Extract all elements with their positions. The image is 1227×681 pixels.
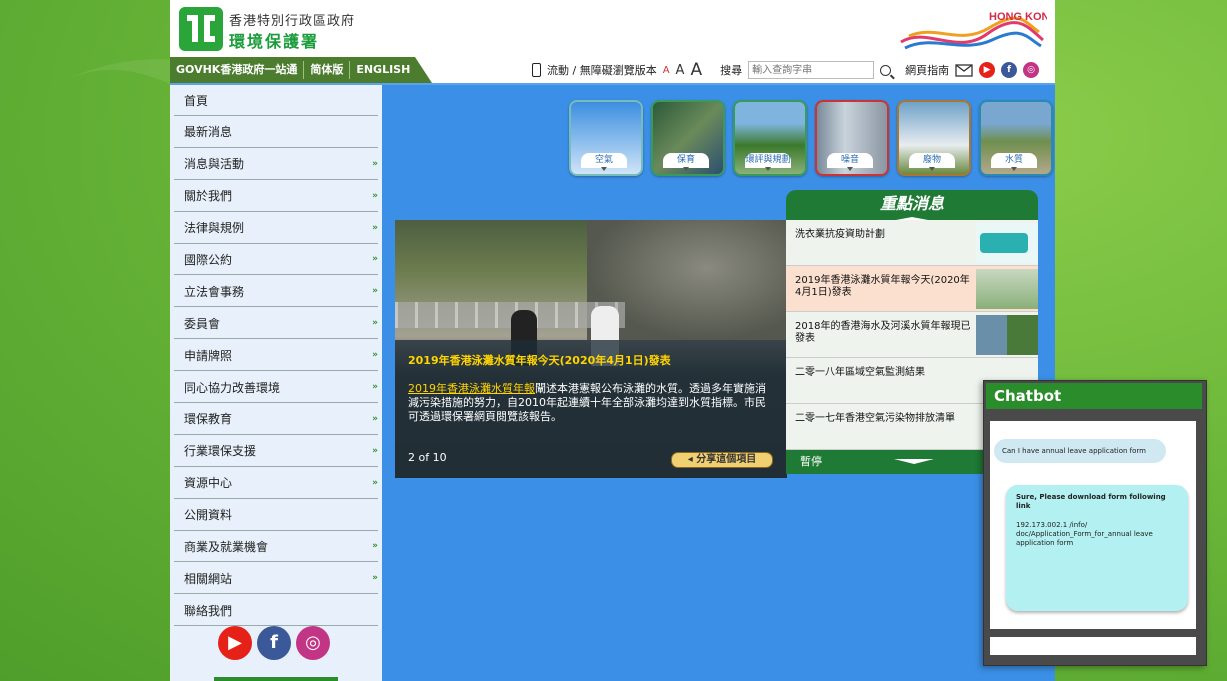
feature-carousel[interactable]: 2019年香港泳灘水質年報今天(2020年4月1日)發表 2019年香港泳灘水質… bbox=[395, 220, 787, 478]
font-size-small-button[interactable]: A bbox=[663, 65, 670, 76]
user-message: Can I have annual leave application form bbox=[994, 439, 1166, 463]
tile-eia-planning[interactable]: 環評與規劃 bbox=[733, 100, 807, 176]
site-guide-link[interactable]: 網頁指南 bbox=[905, 62, 949, 78]
sidebar-footer-bar bbox=[214, 677, 338, 681]
sidebar-menu: 首頁 最新消息 消息與活動» 關於我們» 法律與規例» 國際公約» 立法會事務»… bbox=[174, 85, 378, 627]
chevron-right-icon: » bbox=[372, 350, 378, 361]
news-thumbnail bbox=[976, 315, 1038, 355]
toolbar: 流動 / 無障礙瀏覽版本 A A A 搜尋 網頁指南 ▶ f ◎ bbox=[532, 57, 1040, 83]
carousel-body: 2019年香港泳灘水質年報闡述本港憲報公布泳灘的水質。透過多年實施消減污染措施的… bbox=[408, 382, 768, 424]
top-navbar: GOVHK香港政府一站通 简体版 ENGLISH 流動 / 無障礙瀏覽版本 A … bbox=[170, 57, 1055, 85]
sidebar-item[interactable]: 關於我們» bbox=[174, 181, 378, 212]
mail-icon[interactable] bbox=[955, 63, 973, 77]
sidebar-item[interactable]: 相關網站» bbox=[174, 563, 378, 595]
chevron-right-icon: » bbox=[372, 318, 378, 329]
tile-waste[interactable]: 廢物 bbox=[897, 100, 971, 176]
chevron-right-icon: » bbox=[372, 573, 378, 584]
sidebar-social: ▶ f ◎ bbox=[218, 626, 330, 660]
chevron-right-icon: » bbox=[372, 413, 378, 424]
mobile-version-link[interactable]: 流動 / 無障礙瀏覽版本 bbox=[547, 62, 657, 78]
brand-text: HONG KONG 香港 bbox=[989, 9, 1047, 23]
chatbot-window: Chatbot Can I have annual leave applicat… bbox=[983, 380, 1207, 666]
search-input[interactable] bbox=[748, 61, 875, 79]
chat-messages: Can I have annual leave application form… bbox=[990, 421, 1196, 629]
search-label: 搜尋 bbox=[720, 64, 743, 77]
brand-hong-kong-logo[interactable]: HONG KONG 香港 bbox=[897, 6, 1047, 56]
chevron-right-icon: » bbox=[372, 158, 378, 169]
share-icon: ◂ bbox=[687, 454, 697, 465]
sidebar-item[interactable]: 委員會» bbox=[174, 308, 378, 340]
chevron-right-icon: » bbox=[372, 286, 378, 297]
mobile-icon bbox=[532, 63, 541, 77]
sidebar-item[interactable]: 行業環保支援» bbox=[174, 436, 378, 467]
topic-tiles: 空氣 保育 環評與規劃 噪音 廢物 水質 bbox=[569, 100, 1053, 176]
news-heading: 重點消息 bbox=[786, 190, 1038, 220]
news-item[interactable]: 2019年香港泳灘水質年報今天(2020年4月1日)發表 bbox=[786, 266, 1038, 312]
sidebar-item[interactable]: 資源中心» bbox=[174, 468, 378, 499]
facebook-icon[interactable]: f bbox=[1001, 62, 1018, 78]
sidebar-item[interactable]: 立法會事務» bbox=[174, 276, 378, 308]
instagram-icon[interactable]: ◎ bbox=[1023, 62, 1040, 78]
instagram-icon[interactable]: ◎ bbox=[296, 626, 330, 660]
carousel-caption: 2019年香港泳灘水質年報今天(2020年4月1日)發表 2019年香港泳灘水質… bbox=[395, 340, 787, 478]
sidebar-item[interactable]: 消息與活動» bbox=[174, 149, 378, 180]
sidebar-item[interactable]: 環保教育» bbox=[174, 404, 378, 435]
youtube-icon[interactable]: ▶ bbox=[218, 626, 252, 660]
carousel-counter: 2 of 10 bbox=[408, 451, 447, 464]
news-item[interactable]: 洗衣業抗疫資助計劃 bbox=[786, 220, 1038, 266]
tile-conservation[interactable]: 保育 bbox=[651, 100, 725, 176]
sidebar-item[interactable]: 國際公約» bbox=[174, 244, 378, 276]
sidebar-item[interactable]: 商業及就業機會» bbox=[174, 531, 378, 563]
sidebar-item[interactable]: 公開資料 bbox=[174, 500, 378, 531]
site-header: 香港特別行政區政府 環境保護署 HONG KONG 香港 bbox=[170, 0, 1055, 57]
bot-message: Sure, Please download form following lin… bbox=[1006, 485, 1188, 611]
sidebar-item[interactable]: 聯絡我們 bbox=[174, 595, 378, 627]
chevron-right-icon: » bbox=[372, 477, 378, 488]
english-link[interactable]: ENGLISH bbox=[350, 57, 416, 83]
sidebar: 首頁 最新消息 消息與活動» 關於我們» 法律與規例» 國際公約» 立法會事務»… bbox=[170, 85, 382, 681]
sidebar-item[interactable]: 申請牌照» bbox=[174, 340, 378, 372]
chevron-right-icon: » bbox=[372, 541, 378, 552]
font-size-medium-button[interactable]: A bbox=[676, 63, 685, 78]
chevron-right-icon: » bbox=[372, 382, 378, 393]
youtube-icon[interactable]: ▶ bbox=[979, 62, 996, 78]
chevron-right-icon: » bbox=[372, 445, 378, 456]
govhk-link[interactable]: GOVHK香港政府一站通 bbox=[170, 57, 303, 83]
tile-air[interactable]: 空氣 bbox=[569, 100, 643, 176]
news-item[interactable]: 2018年的香港海水及河溪水質年報現已發表 bbox=[786, 312, 1038, 358]
org-name-top: 香港特別行政區政府 bbox=[229, 14, 356, 29]
tile-noise[interactable]: 噪音 bbox=[815, 100, 889, 176]
chatbot-title: Chatbot bbox=[986, 383, 1202, 409]
org-name-bottom: 環境保護署 bbox=[229, 32, 320, 51]
sidebar-item[interactable]: 同心協力改善環境» bbox=[174, 372, 378, 404]
chevron-right-icon: » bbox=[372, 190, 378, 201]
facebook-icon[interactable]: f bbox=[257, 626, 291, 660]
search-icon[interactable] bbox=[880, 64, 892, 76]
share-button[interactable]: ◂ 分享這個項目 bbox=[671, 452, 773, 468]
epd-logo-icon[interactable] bbox=[178, 6, 224, 52]
sidebar-item[interactable]: 首頁 bbox=[174, 85, 378, 116]
chevron-right-icon: » bbox=[372, 222, 378, 233]
chat-input[interactable] bbox=[990, 637, 1196, 655]
chevron-right-icon: » bbox=[372, 254, 378, 265]
gov-links: GOVHK香港政府一站通 简体版 ENGLISH bbox=[170, 57, 432, 83]
carousel-title[interactable]: 2019年香港泳灘水質年報今天(2020年4月1日)發表 bbox=[408, 352, 671, 368]
sidebar-item[interactable]: 最新消息 bbox=[174, 117, 378, 148]
epd-page: 香港特別行政區政府 環境保護署 HONG KONG 香港 GOVHK香港政府一站… bbox=[170, 0, 1055, 681]
news-thumbnail bbox=[976, 223, 1038, 263]
download-link[interactable]: 192.173.002.1 /info/ doc/Application_For… bbox=[1016, 521, 1178, 548]
tile-water[interactable]: 水質 bbox=[979, 100, 1053, 176]
report-link[interactable]: 2019年香港泳灘水質年報 bbox=[408, 382, 535, 395]
simplified-chinese-link[interactable]: 简体版 bbox=[304, 57, 349, 83]
font-size-large-button[interactable]: A bbox=[690, 60, 702, 80]
sidebar-item[interactable]: 法律與規例» bbox=[174, 213, 378, 244]
news-thumbnail bbox=[976, 269, 1038, 309]
